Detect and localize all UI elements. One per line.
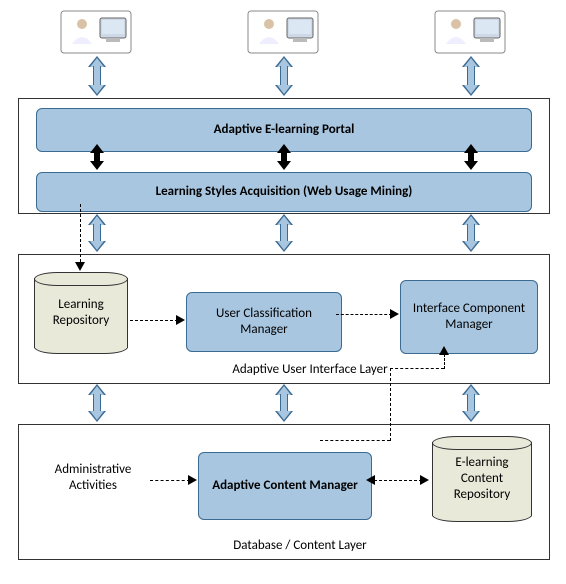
arrowhead-icon bbox=[176, 315, 185, 325]
bidirectional-arrow-icon bbox=[88, 384, 106, 422]
dashed-connector bbox=[374, 480, 422, 481]
dashed-connector bbox=[80, 204, 81, 262]
bidirectional-arrow-icon bbox=[462, 384, 480, 422]
arrowhead-icon bbox=[188, 475, 197, 485]
dashed-connector bbox=[130, 320, 178, 321]
layer-caption: Database / Content Layer bbox=[190, 538, 410, 554]
layer-caption: Adaptive User Interface Layer bbox=[200, 362, 420, 378]
bidirectional-arrow-icon bbox=[275, 214, 293, 252]
user-classification-component: User Classification Manager bbox=[186, 292, 342, 352]
user-icon bbox=[247, 10, 319, 54]
dashed-connector bbox=[390, 368, 444, 369]
acquisition-component: Learning Styles Acquisition (Web Usage M… bbox=[36, 172, 532, 212]
bidirectional-arrow-icon bbox=[88, 214, 106, 252]
dashed-connector bbox=[320, 440, 390, 441]
user-icon bbox=[60, 10, 132, 54]
bidirectional-arrow-icon bbox=[277, 144, 291, 170]
dashed-connector bbox=[336, 314, 392, 315]
interface-manager-component: Interface Component Manager bbox=[400, 280, 538, 354]
bidirectional-arrow-icon bbox=[462, 214, 480, 252]
dashed-connector bbox=[390, 368, 391, 441]
bidirectional-arrow-icon bbox=[88, 56, 106, 96]
bidirectional-arrow-icon bbox=[275, 56, 293, 96]
content-repository-datastore: E-learning Content Repository bbox=[432, 436, 532, 522]
arrowhead-icon bbox=[75, 262, 85, 271]
bidirectional-arrow-icon bbox=[90, 144, 104, 170]
bidirectional-arrow-icon bbox=[464, 144, 478, 170]
dashed-connector bbox=[444, 354, 445, 369]
bidirectional-arrow-icon bbox=[462, 56, 480, 96]
dashed-connector bbox=[150, 480, 190, 481]
arrowhead-icon bbox=[420, 475, 429, 485]
admin-activities-label: Administrative Activities bbox=[38, 462, 148, 493]
arrowhead-icon bbox=[366, 475, 375, 485]
content-manager-component: Adaptive Content Manager bbox=[198, 452, 372, 520]
learning-repository-datastore: Learning Repository bbox=[34, 272, 128, 354]
arrowhead-icon bbox=[439, 346, 449, 355]
user-icon bbox=[434, 10, 506, 54]
architecture-diagram: Adaptive E-learning Portal Learning Styl… bbox=[0, 0, 566, 584]
bidirectional-arrow-icon bbox=[275, 384, 293, 422]
arrowhead-icon bbox=[390, 309, 399, 319]
